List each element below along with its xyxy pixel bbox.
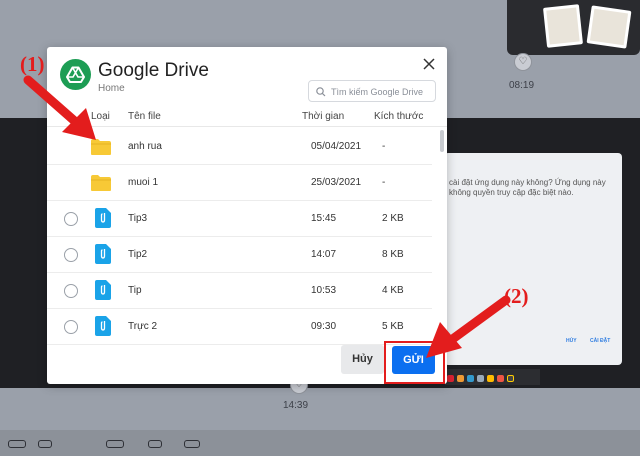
annotation-arrows — [23, 75, 511, 358]
annotation-label-2: (2) — [504, 284, 529, 308]
annotation-label-1: (1) — [20, 52, 45, 76]
annotation-arrow-2 — [449, 295, 511, 343]
annotation-highlight-box — [384, 341, 445, 384]
annotation-arrow-1 — [23, 75, 83, 129]
